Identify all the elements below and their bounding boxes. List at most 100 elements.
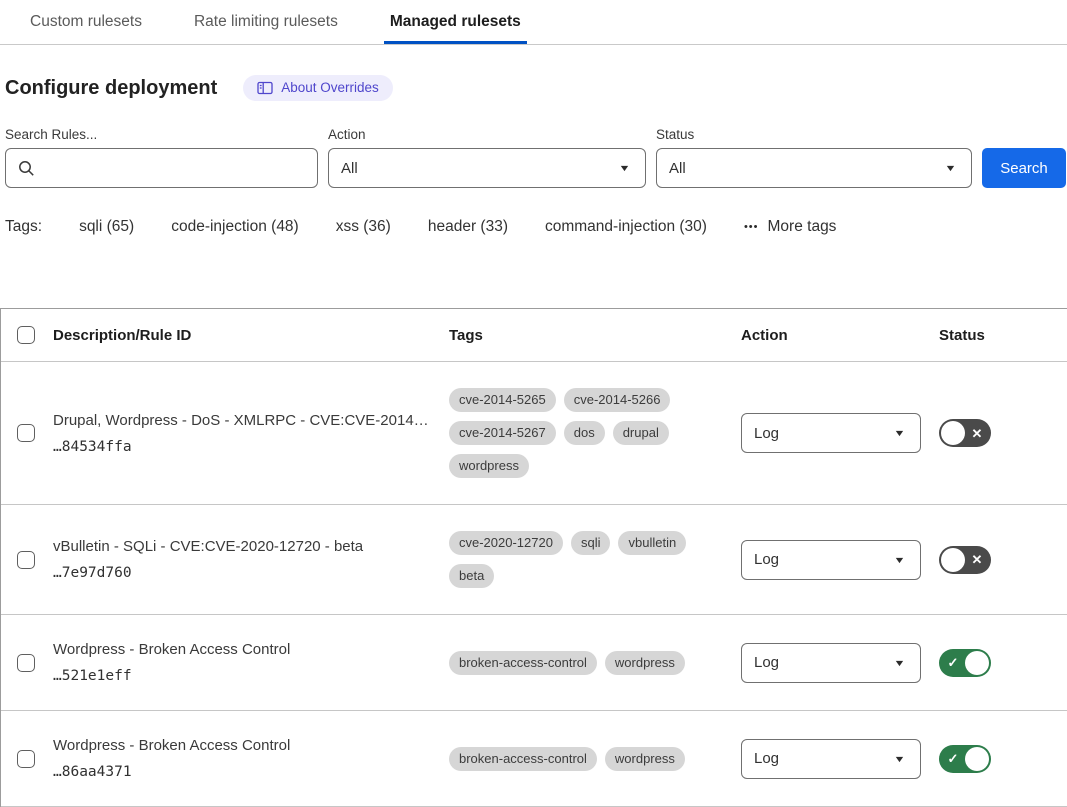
tag-chip: beta (449, 564, 494, 588)
action-field-group: Action All ▼ (328, 127, 646, 188)
rule-id: …86aa4371 (53, 764, 449, 780)
rule-description: Wordpress - Broken Access Control (53, 641, 449, 658)
tag-chip: vbulletin (618, 531, 686, 555)
status-filter-select[interactable]: All ▼ (656, 148, 972, 188)
tag-chip: wordpress (605, 651, 685, 675)
tag-chip: drupal (613, 421, 669, 445)
action-filter-select[interactable]: All ▼ (328, 148, 646, 188)
page-title: Configure deployment (5, 77, 217, 100)
status-filter-label: Status (656, 127, 972, 142)
row-checkbox[interactable] (17, 551, 35, 569)
tag-chip: cve-2020-12720 (449, 531, 563, 555)
rule-tags: cve-2014-5265cve-2014-5266cve-2014-5267d… (449, 388, 741, 478)
search-input-box (5, 148, 318, 188)
rule-action-value: Log (754, 750, 779, 767)
tag-chip: wordpress (605, 747, 685, 771)
column-header-action: Action (741, 327, 939, 344)
rule-action-select[interactable]: Log ▼ (741, 413, 921, 453)
action-filter-value: All (341, 160, 358, 177)
filters-row: Search Rules... Action All ▼ Status All … (5, 127, 1067, 188)
search-label: Search Rules... (5, 127, 318, 142)
tab-managed-rulesets[interactable]: Managed rulesets (384, 0, 527, 44)
table-body: Drupal, Wordpress - DoS - XMLRPC - CVE:C… (1, 362, 1067, 807)
select-all-checkbox[interactable] (17, 326, 35, 344)
rule-tags: broken-access-control wordpress (449, 651, 741, 675)
rule-action-select[interactable]: Log ▼ (741, 643, 921, 683)
rule-action-select[interactable]: Log ▼ (741, 739, 921, 779)
tag-filter-link[interactable]: xss (36) (336, 218, 391, 236)
status-toggle[interactable]: ✕ (939, 419, 991, 447)
rule-description: Wordpress - Broken Access Control (53, 737, 449, 754)
more-tags-label: More tags (768, 218, 837, 236)
row-checkbox[interactable] (17, 654, 35, 672)
rule-action-value: Log (754, 551, 779, 568)
chevron-down-icon: ▼ (893, 754, 905, 764)
rule-action-select[interactable]: Log ▼ (741, 540, 921, 580)
table-row: Wordpress - Broken Access Control …86aa4… (1, 711, 1067, 807)
table-row: vBulletin - SQLi - CVE:CVE-2020-12720 - … (1, 505, 1067, 615)
tag-chip: broken-access-control (449, 651, 597, 675)
rule-action-value: Log (754, 425, 779, 442)
tag-filter-link[interactable]: header (33) (428, 218, 508, 236)
tags-bar: Tags: sqli (65)code-injection (48)xss (3… (5, 218, 1067, 236)
tag-filter-link[interactable]: command-injection (30) (545, 218, 707, 236)
tag-filter-link[interactable]: sqli (65) (79, 218, 134, 236)
status-toggle[interactable]: ✕ (939, 546, 991, 574)
search-input[interactable] (43, 160, 305, 177)
rule-id: …521e1eff (53, 668, 449, 684)
tag-chip: sqli (571, 531, 611, 555)
more-tags-button[interactable]: ••• More tags (744, 218, 836, 236)
tab-custom-rulesets[interactable]: Custom rulesets (24, 0, 148, 44)
rule-id: …84534ffa (53, 439, 449, 455)
about-overrides-badge[interactable]: About Overrides (243, 75, 393, 101)
check-icon: ✓ (941, 752, 965, 765)
rule-tags: cve-2020-12720 sqli vbulletin beta (449, 531, 741, 588)
rule-id: …7e97d760 (53, 565, 449, 581)
status-field-group: Status All ▼ (656, 127, 972, 188)
status-toggle[interactable]: ✓ (939, 649, 991, 677)
column-header-tags: Tags (449, 327, 741, 344)
search-icon (18, 160, 35, 177)
chevron-down-icon: ▼ (893, 555, 905, 565)
status-filter-value: All (669, 160, 686, 177)
table-row: Drupal, Wordpress - DoS - XMLRPC - CVE:C… (1, 362, 1067, 505)
rule-tags: broken-access-control wordpress (449, 747, 741, 771)
check-icon: ✓ (941, 656, 965, 669)
tab-rate-limiting-rulesets[interactable]: Rate limiting rulesets (188, 0, 344, 44)
row-checkbox[interactable] (17, 750, 35, 768)
ruleset-tabbar: Custom rulesets Rate limiting rulesets M… (0, 0, 1067, 45)
ellipsis-icon: ••• (744, 221, 759, 233)
tag-chip: dos (564, 421, 605, 445)
search-field-group: Search Rules... (5, 127, 318, 188)
rule-description: vBulletin - SQLi - CVE:CVE-2020-12720 - … (53, 538, 449, 555)
chevron-down-icon: ▼ (618, 163, 630, 173)
heading-row: Configure deployment About Overrides (5, 75, 1067, 101)
tag-chip: cve-2014-5266 (564, 388, 671, 412)
x-icon: ✕ (965, 427, 989, 440)
chevron-down-icon: ▼ (893, 658, 905, 668)
rules-table: Description/Rule ID Tags Action Status D… (0, 308, 1067, 807)
action-filter-label: Action (328, 127, 646, 142)
toggle-knob (965, 747, 989, 771)
tag-links: sqli (65) code-injection (48) xss (36) head… (79, 218, 707, 236)
column-header-status: Status (939, 327, 1067, 344)
status-toggle[interactable]: ✓ (939, 745, 991, 773)
about-overrides-label: About Overrides (281, 80, 379, 95)
x-icon: ✕ (965, 553, 989, 566)
chevron-down-icon: ▼ (944, 163, 956, 173)
rule-description: Drupal, Wordpress - DoS - XMLRPC - CVE:C… (53, 412, 449, 429)
tag-chip: cve-2014-5267 (449, 421, 556, 445)
search-button[interactable]: Search (982, 148, 1066, 188)
toggle-knob (941, 548, 965, 572)
table-row: Wordpress - Broken Access Control …521e1… (1, 615, 1067, 711)
column-header-description: Description/Rule ID (53, 327, 449, 344)
toggle-knob (965, 651, 989, 675)
managed-rulesets-page: Custom rulesets Rate limiting rulesets M… (0, 0, 1067, 795)
table-header-row: Description/Rule ID Tags Action Status (1, 309, 1067, 362)
rule-action-value: Log (754, 654, 779, 671)
book-icon (257, 81, 273, 95)
tag-filter-link[interactable]: code-injection (48) (171, 218, 299, 236)
tag-chip: broken-access-control (449, 747, 597, 771)
row-checkbox[interactable] (17, 424, 35, 442)
tag-chip: wordpress (449, 454, 529, 478)
